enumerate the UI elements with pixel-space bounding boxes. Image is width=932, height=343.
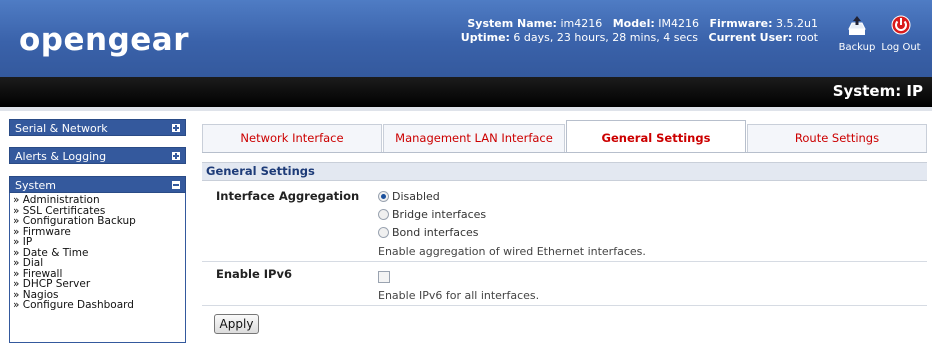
model-label: Model: [612,17,655,30]
sidebar-item-firmware[interactable]: » Firmware [13,226,185,238]
enable-ipv6-label: Enable IPv6 [216,267,292,281]
model-value: IM4216 [658,17,699,30]
app-header: opengear System Name: im4216 Model: IM42… [0,0,932,77]
uptime-value: 6 days, 23 hours, 28 mins, 4 secs [513,31,699,44]
current-user-label: Current User: [708,31,793,44]
sidebar-item-configure-dashboard[interactable]: » Configure Dashboard [13,300,185,311]
sidebar-section-label: Serial & Network [15,122,108,135]
interface-aggregation-label: Interface Aggregation [216,189,360,203]
title-bar [0,77,932,107]
backup-button[interactable]: Backup [836,15,878,53]
tab-underline [202,152,927,153]
ipv6-hint: Enable IPv6 for all interfaces. [378,289,540,302]
aggregation-hint: Enable aggregation of wired Ethernet int… [378,245,646,258]
sidebar-item-administration[interactable]: » Administration [13,195,185,206]
tab-management-lan-interface[interactable]: Management LAN Interface [383,124,565,152]
system-name-label: System Name: [467,17,557,30]
option-label: Bond interfaces [392,226,479,239]
radio-selected-icon [378,191,389,202]
sidebar-section-serial-network[interactable]: Serial & Network [9,119,186,136]
firmware-label: Firmware: [709,17,773,30]
opengear-logo: opengear [19,22,190,58]
system-name-value: im4216 [560,17,603,30]
radio-icon [378,209,389,220]
uptime-label: Uptime: [460,31,510,44]
tab-network-interface[interactable]: Network Interface [202,124,382,152]
general-settings-panel: General Settings Interface Aggregation D… [202,160,927,343]
sidebar-section-label: System [15,179,57,192]
tab-route-settings[interactable]: Route Settings [747,124,927,152]
radio-icon [378,227,389,238]
expand-icon [172,124,180,132]
collapse-icon [172,181,180,189]
sidebar-section-alerts-logging[interactable]: Alerts & Logging [9,147,186,164]
row-separator [202,305,927,306]
sidebar-system-list: » Administration » SSL Certificates » Co… [9,193,186,343]
page-title: System: IP [832,82,923,100]
option-label: Bridge interfaces [392,208,487,221]
sidebar-item-ip[interactable]: » IP [13,237,185,248]
enable-ipv6-checkbox[interactable] [378,271,390,283]
sidebar-item-dhcp-server[interactable]: » DHCP Server [13,279,185,290]
aggregation-option-bridge[interactable]: Bridge interfaces [378,208,486,222]
firmware-value: 3.5.2u1 [776,17,818,30]
power-icon [891,15,911,35]
tab-general-settings[interactable]: General Settings [566,120,746,153]
sidebar-item-configuration-backup[interactable]: » Configuration Backup [13,216,185,227]
option-label: Disabled [392,190,440,203]
logout-button[interactable]: Log Out [878,15,924,53]
backup-icon [848,16,866,35]
sidebar-item-dial[interactable]: » Dial [13,258,185,269]
sidebar-section-label: Alerts & Logging [15,150,107,163]
apply-button[interactable]: Apply [214,314,259,334]
system-info: System Name: im4216 Model: IM4216 Firmwa… [461,17,818,45]
logout-label: Log Out [881,42,921,53]
header-divider [0,107,932,111]
backup-label: Backup [838,42,876,53]
expand-icon [172,152,180,160]
panel-title: General Settings [202,162,927,181]
aggregation-option-bond[interactable]: Bond interfaces [378,226,479,240]
current-user-value: root [795,31,818,44]
sidebar-section-system[interactable]: System [9,176,186,193]
row-separator [202,261,927,262]
aggregation-option-disabled[interactable]: Disabled [378,190,440,204]
